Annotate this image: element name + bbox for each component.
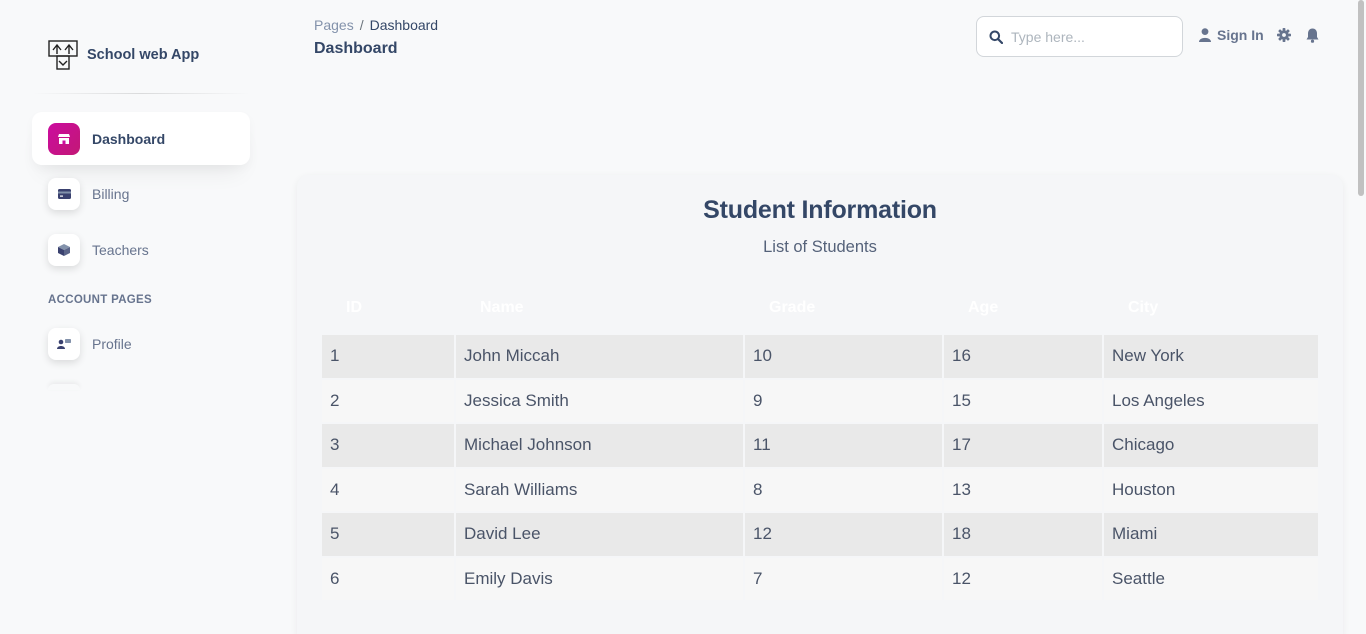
cell-name: Sarah Williams (456, 468, 743, 511)
table-row: 1 John Miccah 10 16 New York (322, 335, 1318, 378)
column-header-city[interactable]: City (1104, 283, 1318, 333)
user-icon (1199, 28, 1211, 42)
cell-grade: 10 (745, 335, 942, 378)
brand[interactable]: School web App (48, 39, 199, 71)
breadcrumb-current: Dashboard (369, 17, 439, 33)
sidebar: School web App Dashboard Billing Teacher… (0, 0, 282, 634)
sidebar-item-dashboard[interactable]: Dashboard (32, 112, 250, 165)
cell-id: 3 (322, 424, 454, 467)
cell-name: David Lee (456, 513, 743, 556)
sidebar-divider (32, 93, 250, 94)
sidebar-item-label: Teachers (92, 241, 149, 258)
sidebar-item-label: Dashboard (92, 130, 166, 147)
cell-age: 16 (944, 335, 1102, 378)
cell-age: 15 (944, 379, 1102, 422)
cell-age: 12 (944, 557, 1102, 600)
partial-nav-icon (48, 384, 80, 390)
cell-age: 13 (944, 468, 1102, 511)
table-header-row: ID Name Grade Age City (322, 283, 1318, 333)
search-input[interactable] (1011, 28, 1171, 45)
cell-name: Emily Davis (456, 557, 743, 600)
column-header-grade[interactable]: Grade (745, 283, 942, 333)
shop-icon (48, 122, 80, 155)
box-3d-icon (48, 233, 80, 266)
cell-city: Seattle (1104, 557, 1318, 600)
card-title: Student Information (703, 196, 937, 224)
sign-in-label: Sign In (1217, 27, 1264, 43)
gear-icon[interactable] (1277, 28, 1291, 42)
table-row: 3 Michael Johnson 11 17 Chicago (322, 424, 1318, 467)
sidebar-item-label: Profile (92, 335, 132, 352)
search-box[interactable] (976, 16, 1183, 57)
sidebar-item-profile[interactable]: Profile (32, 317, 250, 370)
cell-city: Miami (1104, 513, 1318, 556)
student-information-card: Student Information List of Students ID … (297, 175, 1343, 634)
cell-city: New York (1104, 335, 1318, 378)
breadcrumb-link-pages[interactable]: Pages (314, 17, 354, 33)
cell-id: 4 (322, 468, 454, 511)
app-logo-icon (48, 40, 78, 70)
bell-icon[interactable] (1306, 28, 1319, 43)
cell-name: Michael Johnson (456, 424, 743, 467)
cell-name: Jessica Smith (456, 379, 743, 422)
cell-id: 5 (322, 513, 454, 556)
cell-grade: 12 (745, 513, 942, 556)
column-header-id[interactable]: ID (322, 283, 454, 333)
credit-card-icon (48, 177, 80, 210)
cell-grade: 8 (745, 468, 942, 511)
sidebar-item-billing[interactable]: Billing (32, 167, 250, 220)
card-subtitle: List of Students (763, 238, 877, 256)
cell-name: John Miccah (456, 335, 743, 378)
table-row: 5 David Lee 12 18 Miami (322, 513, 1318, 556)
breadcrumb: Pages / Dashboard (314, 17, 438, 33)
cell-id: 6 (322, 557, 454, 600)
cell-grade: 7 (745, 557, 942, 600)
column-header-age[interactable]: Age (944, 283, 1102, 333)
cell-city: Los Angeles (1104, 379, 1318, 422)
sign-in-link[interactable]: Sign In (1199, 27, 1264, 43)
table-row: 6 Emily Davis 7 12 Seattle (322, 557, 1318, 600)
profile-icon (48, 327, 80, 360)
sidebar-item-teachers[interactable]: Teachers (32, 223, 250, 276)
page-scrollbar[interactable] (1358, 0, 1364, 196)
cell-age: 17 (944, 424, 1102, 467)
cell-city: Chicago (1104, 424, 1318, 467)
students-table: ID Name Grade Age City 1 John Miccah 10 … (320, 281, 1320, 602)
cell-grade: 11 (745, 424, 942, 467)
cell-city: Houston (1104, 468, 1318, 511)
cell-id: 1 (322, 335, 454, 378)
page-title: Dashboard (314, 40, 398, 57)
table-row: 4 Sarah Williams 8 13 Houston (322, 468, 1318, 511)
breadcrumb-separator: / (359, 17, 364, 33)
section-title-account-pages: ACCOUNT PAGES (48, 294, 152, 306)
cell-grade: 9 (745, 379, 942, 422)
brand-name: School web App (87, 47, 200, 63)
cell-age: 18 (944, 513, 1102, 556)
table-row: 2 Jessica Smith 9 15 Los Angeles (322, 379, 1318, 422)
column-header-name[interactable]: Name (456, 283, 743, 333)
cell-id: 2 (322, 379, 454, 422)
sidebar-item-label: Billing (92, 185, 130, 202)
search-icon (989, 30, 1003, 44)
